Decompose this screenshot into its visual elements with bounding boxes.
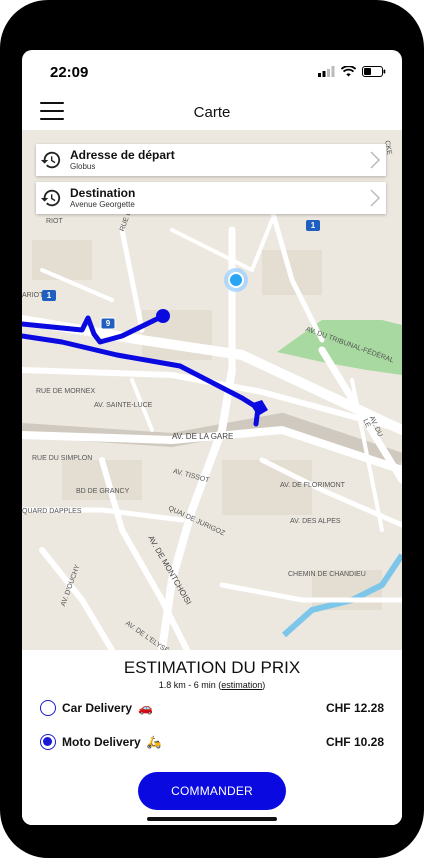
street-label: RIOT bbox=[46, 218, 63, 225]
scooter-icon: 🛵 bbox=[146, 735, 162, 749]
status-icons bbox=[318, 66, 386, 77]
street-label: CHEMIN DE CHANDIEU bbox=[288, 571, 366, 578]
wifi-icon bbox=[341, 66, 356, 77]
home-indicator bbox=[147, 817, 277, 821]
estimation-link[interactable]: estimation bbox=[221, 680, 262, 690]
car-icon: 🚗 bbox=[138, 701, 153, 715]
route-badge: 1 bbox=[310, 221, 316, 230]
street-label: AV. SAINTE-LUCE bbox=[94, 402, 153, 409]
option-label: Car Delivery bbox=[62, 701, 133, 715]
page-title: Carte bbox=[193, 104, 231, 121]
phone-frame: 22:09 Carte 1 9 1 RUE DU AV. DU TRIBUNAL… bbox=[0, 0, 424, 858]
route-badge: 1 bbox=[46, 291, 52, 300]
option-price: CHF 12.28 bbox=[325, 701, 384, 715]
departure-field[interactable]: Adresse de départ Globus bbox=[36, 144, 386, 176]
order-button[interactable]: COMMANDER bbox=[138, 772, 286, 810]
nav-bar: Carte bbox=[22, 94, 402, 130]
status-time: 22:09 bbox=[50, 64, 89, 81]
radio-moto-delivery[interactable] bbox=[40, 734, 56, 750]
street-label: AV. DE LA GARE bbox=[172, 432, 234, 441]
street-label: QUARD DAPPLES bbox=[22, 508, 82, 515]
signal-icon bbox=[318, 66, 335, 77]
option-car-delivery[interactable]: Car Delivery 🚗 CHF 12.28 bbox=[40, 698, 384, 718]
street-label: RUE DE MORNEX bbox=[36, 388, 96, 395]
battery-icon bbox=[362, 66, 386, 77]
price-estimate-panel: ESTIMATION DU PRIX 1.8 km - 6 min (estim… bbox=[22, 650, 402, 825]
status-bar: 22:09 bbox=[22, 50, 402, 94]
distance-time: 1.8 km - 6 min ( bbox=[158, 680, 222, 690]
destination-value: Avenue Georgette bbox=[70, 200, 135, 209]
departure-label: Adresse de départ bbox=[70, 148, 175, 162]
app-screen: 22:09 Carte 1 9 1 RUE DU AV. DU TRIBUNAL… bbox=[22, 50, 402, 825]
option-price: CHF 10.28 bbox=[325, 735, 384, 749]
street-label: BD DE GRANCY bbox=[76, 488, 130, 495]
option-label: Moto Delivery bbox=[62, 735, 141, 749]
location-dot bbox=[228, 272, 244, 288]
chevron-right-icon bbox=[370, 189, 381, 207]
street-label: RUE DU SIMPLON bbox=[32, 455, 93, 462]
history-icon bbox=[40, 151, 61, 169]
chevron-right-icon bbox=[370, 151, 381, 169]
destination-label: Destination bbox=[70, 186, 136, 200]
map-view[interactable]: 1 9 1 RUE DU AV. DU TRIBUNAL-FÉDÉRAL AV.… bbox=[22, 130, 402, 650]
street-label: ARIOT bbox=[22, 292, 44, 299]
street-label: AV. DE FLORIMONT bbox=[280, 482, 345, 489]
route-badge: 9 bbox=[105, 319, 111, 328]
route-start-dot bbox=[156, 309, 170, 323]
estimate-title: ESTIMATION DU PRIX bbox=[123, 658, 301, 677]
history-icon bbox=[40, 189, 61, 207]
option-moto-delivery[interactable]: Moto Delivery 🛵 CHF 10.28 bbox=[40, 732, 384, 752]
departure-value: Globus bbox=[70, 162, 96, 171]
radio-car-delivery[interactable] bbox=[40, 700, 56, 716]
estimate-subtitle: 1.8 km - 6 min (estimation) bbox=[22, 680, 402, 690]
street-label: AV. DES ALPES bbox=[290, 518, 341, 525]
close-paren: ) bbox=[262, 680, 266, 690]
destination-field[interactable]: Destination Avenue Georgette bbox=[36, 182, 386, 214]
